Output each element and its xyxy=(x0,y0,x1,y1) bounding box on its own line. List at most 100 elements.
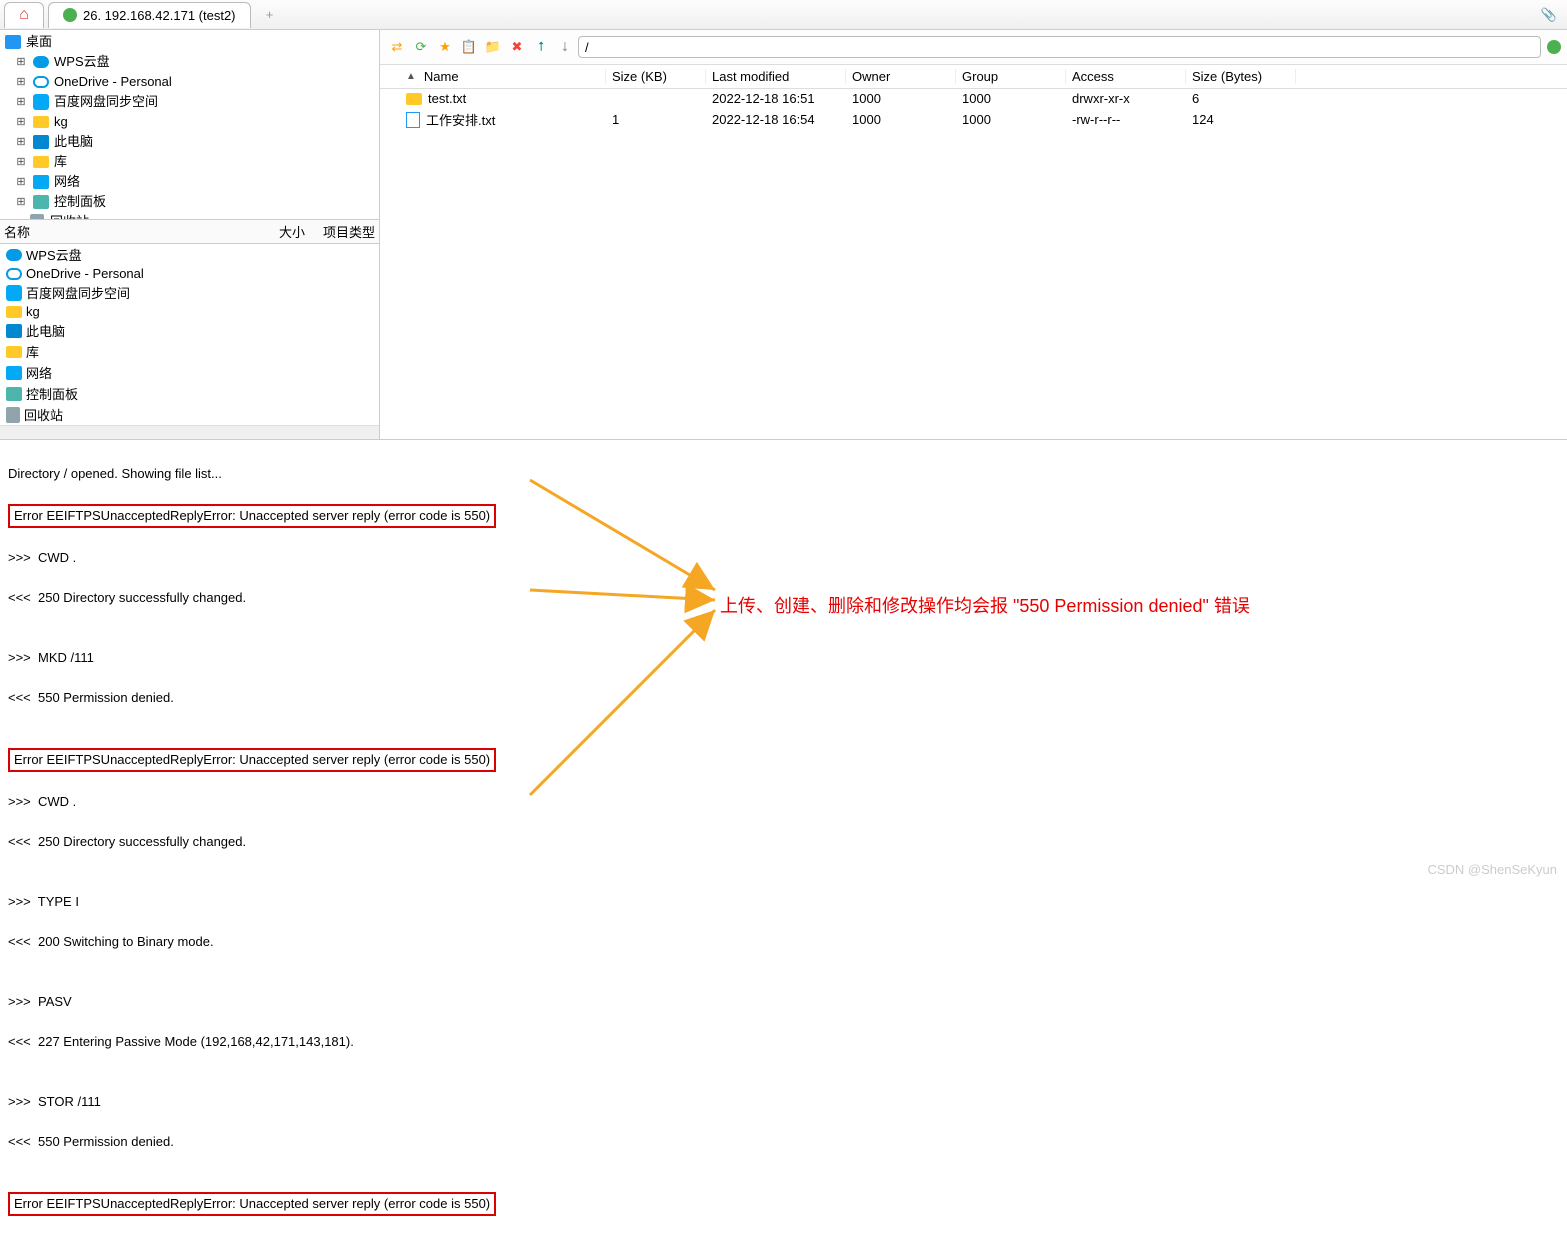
log-line: >>> MKD /111 xyxy=(8,648,1559,668)
local-list: WPS云盘 OneDrive - Personal 百度网盘同步空间 kg 此电… xyxy=(0,244,379,425)
local-columns: 名称 大小 项目类型 xyxy=(0,220,379,244)
sort-asc-icon: ▲ xyxy=(406,71,418,82)
log-line: Directory / opened. Showing file list... xyxy=(8,464,1559,484)
table-row[interactable]: test.txt 2022-12-18 16:51 1000 1000 drwx… xyxy=(380,89,1567,108)
folder-icon xyxy=(33,156,49,168)
tree-item[interactable]: 回收站 xyxy=(0,212,379,220)
list-item[interactable]: kg xyxy=(0,303,379,320)
network-icon xyxy=(6,366,22,380)
col-name[interactable]: 名称 xyxy=(4,222,265,241)
list-item[interactable]: 网络 xyxy=(0,362,379,383)
network-icon xyxy=(33,175,49,189)
tree-item[interactable]: ⊞此电脑 xyxy=(0,132,379,152)
local-pane: 桌面 ⊞WPS云盘 ⊞OneDrive - Personal ⊞百度网盘同步空间… xyxy=(0,30,380,439)
col-owner[interactable]: Owner xyxy=(846,69,956,84)
cloud-icon xyxy=(6,268,22,280)
refresh-button[interactable]: ⟳ xyxy=(410,36,432,58)
file-icon xyxy=(406,112,420,128)
expand-icon[interactable]: ⊞ xyxy=(14,53,28,71)
list-item[interactable]: 百度网盘同步空间 xyxy=(0,282,379,303)
tab-session[interactable]: 26. 192.168.42.171 (test2) xyxy=(48,2,251,28)
table-row[interactable]: 工作安排.txt 1 2022-12-18 16:54 1000 1000 -r… xyxy=(380,108,1567,131)
tab-home[interactable]: ⌂ xyxy=(4,2,44,28)
home-icon: ⌂ xyxy=(19,6,29,24)
controlpanel-icon xyxy=(33,195,49,209)
log-line: <<< 550 Permission denied. xyxy=(8,1132,1559,1152)
col-type[interactable]: 项目类型 xyxy=(305,222,375,241)
col-size[interactable]: Size (KB) xyxy=(606,69,706,84)
expand-icon[interactable]: ⊞ xyxy=(14,113,28,131)
col-group[interactable]: Group xyxy=(956,69,1066,84)
remote-pane: ⇄ ⟳ ★ 📋 📁 ✖ ⭡ ⭣ ▲Name Size (KB) Last mod… xyxy=(380,30,1567,439)
watermark: CSDN @ShenSeKyun xyxy=(1427,862,1557,877)
bookmark-button[interactable]: ★ xyxy=(434,36,456,58)
folder-icon xyxy=(6,346,22,358)
tab-bar: ⌂ 26. 192.168.42.171 (test2) + 📎 xyxy=(0,0,1567,30)
delete-button[interactable]: ✖ xyxy=(506,36,528,58)
folder-icon xyxy=(406,93,422,105)
expand-icon[interactable]: ⊞ xyxy=(14,153,28,171)
list-item[interactable]: OneDrive - Personal xyxy=(0,265,379,282)
tree-item[interactable]: ⊞库 xyxy=(0,152,379,172)
log-error: Error EEIFTPSUnacceptedReplyError: Unacc… xyxy=(8,1192,496,1216)
cloud-icon xyxy=(6,249,22,261)
globe-icon xyxy=(63,8,77,22)
log-line: <<< 227 Entering Passive Mode (192,168,4… xyxy=(8,1032,1559,1052)
remote-toolbar: ⇄ ⟳ ★ 📋 📁 ✖ ⭡ ⭣ xyxy=(380,30,1567,65)
download-button[interactable]: ⭣ xyxy=(554,36,576,58)
tree-item[interactable]: ⊞控制面板 xyxy=(0,192,379,212)
cloud-icon xyxy=(33,76,49,88)
log-error: Error EEIFTPSUnacceptedReplyError: Unacc… xyxy=(8,504,496,528)
expand-icon[interactable]: ⊞ xyxy=(14,173,28,191)
log-line: >>> PASV xyxy=(8,992,1559,1012)
log-line: <<< 250 Directory successfully changed. xyxy=(8,832,1559,852)
expand-icon[interactable]: ⊞ xyxy=(14,93,28,111)
controlpanel-icon xyxy=(6,387,22,401)
pc-icon xyxy=(6,324,22,338)
log-error: Error EEIFTPSUnacceptedReplyError: Unacc… xyxy=(8,748,496,772)
remote-file-list: test.txt 2022-12-18 16:51 1000 1000 drwx… xyxy=(380,89,1567,439)
list-item[interactable]: 回收站 xyxy=(0,404,379,425)
col-size[interactable]: 大小 xyxy=(265,222,305,241)
tree-item[interactable]: ⊞OneDrive - Personal xyxy=(0,72,379,92)
local-tree: 桌面 ⊞WPS云盘 ⊞OneDrive - Personal ⊞百度网盘同步空间… xyxy=(0,30,379,220)
log-line: <<< 200 Switching to Binary mode. xyxy=(8,932,1559,952)
desktop-icon xyxy=(5,35,21,49)
folder-icon xyxy=(33,116,49,128)
newfolder-button[interactable]: 📁 xyxy=(482,36,504,58)
tree-item[interactable]: ⊞kg xyxy=(0,112,379,132)
col-bytes[interactable]: Size (Bytes) xyxy=(1186,69,1296,84)
expand-icon[interactable]: ⊞ xyxy=(14,73,28,91)
tree-item[interactable]: ⊞网络 xyxy=(0,172,379,192)
list-item[interactable]: 库 xyxy=(0,341,379,362)
tab-session-label: 26. 192.168.42.171 (test2) xyxy=(83,8,236,23)
upload-button[interactable]: ⭡ xyxy=(530,36,552,58)
plus-icon: + xyxy=(266,7,274,22)
log-line: >>> CWD . xyxy=(8,792,1559,812)
tree-root[interactable]: 桌面 xyxy=(0,32,379,52)
log-panel[interactable]: Directory / opened. Showing file list...… xyxy=(0,440,1567,1240)
list-item[interactable]: WPS云盘 xyxy=(0,244,379,265)
tree-root-label: 桌面 xyxy=(26,33,52,51)
list-item[interactable]: 控制面板 xyxy=(0,383,379,404)
col-modified[interactable]: Last modified xyxy=(706,69,846,84)
tree-item[interactable]: ⊞百度网盘同步空间 xyxy=(0,92,379,112)
local-hscrollbar[interactable] xyxy=(0,425,379,439)
connection-status-icon xyxy=(1547,40,1561,54)
col-name[interactable]: ▲Name xyxy=(386,69,606,84)
log-line: >>> TYPE I xyxy=(8,892,1559,912)
col-access[interactable]: Access xyxy=(1066,69,1186,84)
attach-icon[interactable]: 📎 xyxy=(1541,7,1563,23)
transfer-button[interactable]: ⇄ xyxy=(386,36,408,58)
remote-path-input[interactable] xyxy=(578,36,1541,58)
tree-item[interactable]: ⊞WPS云盘 xyxy=(0,52,379,72)
list-item[interactable]: 此电脑 xyxy=(0,320,379,341)
copy-button[interactable]: 📋 xyxy=(458,36,480,58)
cloud-icon xyxy=(33,56,49,68)
expand-icon[interactable]: ⊞ xyxy=(14,193,28,211)
tab-add[interactable]: + xyxy=(255,2,285,28)
folder-icon xyxy=(6,306,22,318)
expand-icon[interactable]: ⊞ xyxy=(14,133,28,151)
log-line: <<< 550 Permission denied. xyxy=(8,688,1559,708)
baidu-icon xyxy=(33,94,49,110)
